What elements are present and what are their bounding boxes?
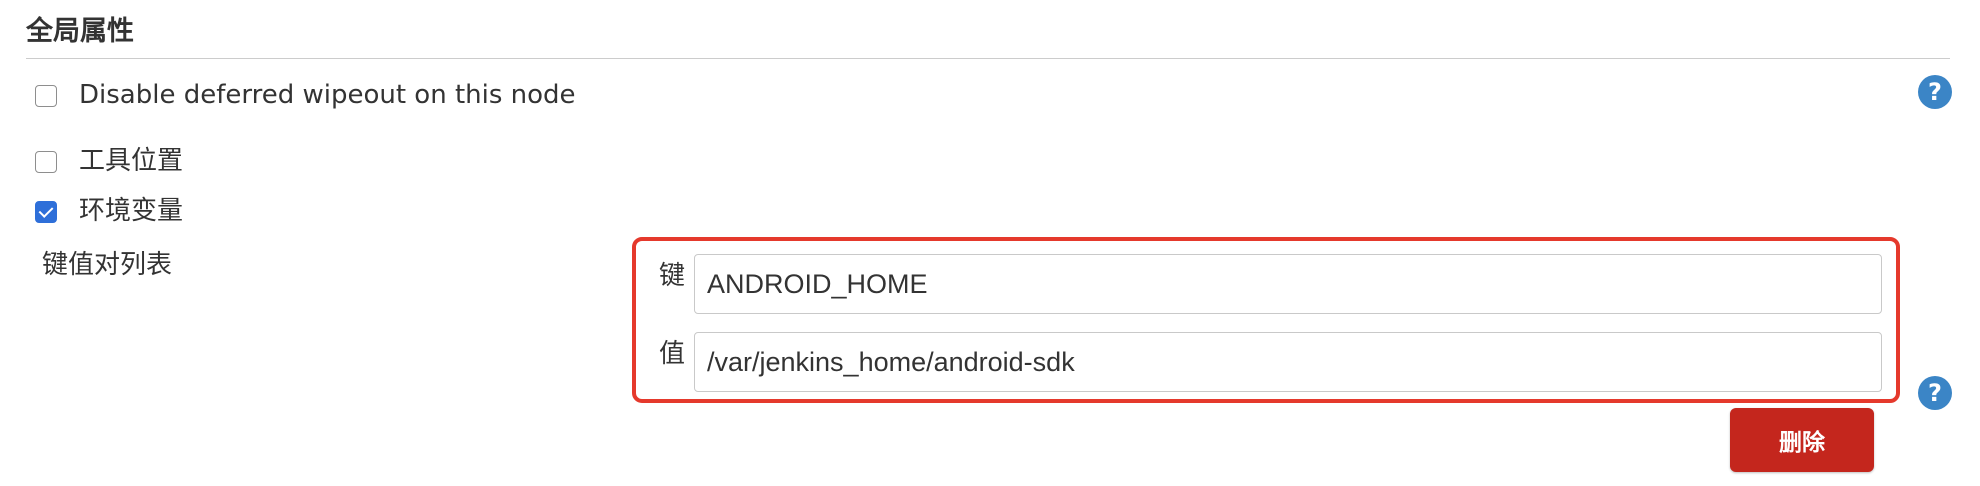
key-label: 键: [659, 261, 686, 291]
help-icon[interactable]: ?: [1918, 75, 1952, 109]
tool-locations-checkbox[interactable]: [35, 151, 57, 173]
section-divider: [26, 58, 1950, 59]
tool-locations-label[interactable]: 工具位置: [79, 144, 183, 178]
key-input[interactable]: [694, 254, 1882, 314]
section-title: 全局属性: [26, 16, 134, 47]
env-vars-checkbox[interactable]: [35, 201, 57, 223]
kv-list-label: 键值对列表: [42, 250, 173, 280]
disable-wipeout-checkbox[interactable]: [35, 85, 57, 107]
delete-button[interactable]: 删除: [1730, 408, 1874, 472]
value-input[interactable]: [694, 332, 1882, 392]
env-vars-label[interactable]: 环境变量: [79, 194, 183, 228]
value-label: 值: [659, 339, 686, 369]
disable-wipeout-label[interactable]: Disable deferred wipeout on this node: [79, 78, 576, 112]
help-icon[interactable]: ?: [1918, 376, 1952, 410]
